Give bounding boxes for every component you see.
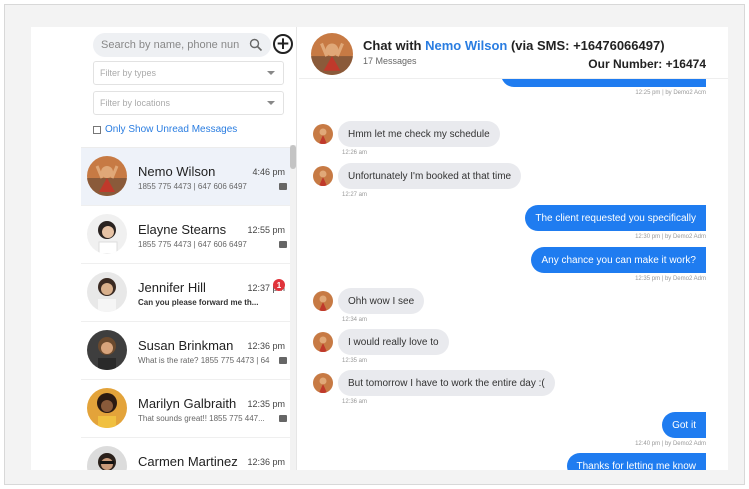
sms-icon (279, 183, 287, 190)
avatar (311, 33, 353, 75)
message-meta: 12:35 am (342, 358, 368, 364)
window-frame: + Filter by types Filter by locations On… (4, 4, 745, 485)
avatar (87, 272, 127, 312)
message-bubble (501, 79, 706, 87)
contact-time: 12:35 pm (247, 399, 285, 409)
message-bubble: Any chance you can make it work? (531, 247, 706, 273)
search-input[interactable] (101, 39, 251, 51)
message-thread-scrollbar[interactable] (706, 79, 728, 470)
contact-preview: Can you please forward me th... (138, 298, 259, 307)
chevron-down-icon (267, 101, 275, 105)
unread-badge: 1 (273, 279, 285, 291)
message-meta: 12:35 pm | by Demo2 Adm (635, 276, 706, 282)
message-count: 17 Messages (363, 56, 417, 66)
conversation-list-panel: + Filter by types Filter by locations On… (31, 27, 297, 470)
message-bubble: Got it (662, 412, 706, 438)
contact-item[interactable]: Jennifer Hill 12:37 pm 1 Can you please … (81, 264, 291, 322)
messaging-app: + Filter by types Filter by locations On… (31, 27, 728, 470)
chat-title-suffix: (via SMS: +16476066497) (507, 38, 665, 53)
contact-list: Nemo Wilson 4:46 pm 1855 775 4473 | 647 … (81, 147, 291, 470)
message-bubble: Unfortunately I'm booked at that time (338, 163, 522, 189)
message-bubble: I would really love to (338, 329, 449, 355)
contact-preview: That sounds great!! 1855 775 447... (138, 414, 265, 423)
contact-item[interactable]: Elayne Stearns 12:55 pm 1855 775 4473 | … (81, 206, 291, 264)
message-bubble: The client requested you specifically (525, 205, 706, 231)
message-meta: 12:26 am (342, 150, 368, 156)
message-meta: 12:34 am (342, 317, 368, 323)
avatar (87, 446, 127, 470)
sms-icon (279, 415, 287, 422)
chat-contact-name-link[interactable]: Nemo Wilson (425, 38, 507, 53)
avatar (313, 124, 333, 144)
contact-preview: 1855 775 4473 | 647 606 6497 (138, 240, 247, 249)
contact-list-scrollbar[interactable] (290, 145, 296, 470)
avatar (313, 291, 333, 311)
chat-header: Chat with Nemo Wilson (via SMS: +1647606… (299, 27, 728, 79)
message-meta: 12:25 pm | by Demo2 Acm (635, 90, 706, 96)
contact-name: Marilyn Galbraith (138, 396, 237, 411)
avatar (313, 373, 333, 393)
filter-types-placeholder: Filter by types (100, 68, 157, 78)
contact-name: Susan Brinkman (138, 338, 234, 353)
contact-time: 4:46 pm (252, 167, 285, 177)
our-number: Our Number: +16474 (588, 57, 706, 71)
unread-label: Only Show Unread Messages (105, 124, 238, 135)
message-bubble: Hmm let me check my schedule (338, 121, 500, 147)
message-meta: 12:27 am (342, 192, 368, 198)
avatar (313, 332, 333, 352)
contact-name: Jennifer Hill (138, 280, 206, 295)
message-bubble: Thanks for letting me know (566, 453, 706, 470)
message-bubble: Ohh wow I see (338, 288, 425, 314)
search-box[interactable] (93, 33, 271, 57)
chat-title: Chat with Nemo Wilson (via SMS: +1647606… (363, 38, 665, 53)
contact-preview: 1855 775 4473 | 647 606 6497 (138, 182, 247, 191)
avatar (313, 166, 333, 186)
contact-time: 12:36 pm (247, 457, 285, 467)
unread-only-toggle[interactable]: Only Show Unread Messages (93, 124, 237, 135)
scrollbar-thumb[interactable] (290, 145, 296, 169)
message-thread: 12:25 pm | by Demo2 Acm Hmm let me check… (299, 79, 706, 470)
filter-by-types-select[interactable]: Filter by types (93, 61, 284, 85)
search-icon[interactable] (249, 38, 263, 52)
contact-item[interactable]: Carmen Martinez 12:36 pm (81, 438, 291, 470)
message-meta: 12:36 am (342, 399, 368, 405)
avatar (87, 388, 127, 428)
message-meta: 12:40 pm | by Demo2 Adm (635, 441, 706, 447)
avatar (87, 156, 127, 196)
new-conversation-button[interactable]: + (273, 34, 293, 54)
contact-preview: What is the rate? 1855 775 4473 | 64 (138, 356, 270, 365)
plus-circle-icon: + (275, 34, 291, 54)
sms-icon (279, 357, 287, 364)
chat-panel: Chat with Nemo Wilson (via SMS: +1647606… (299, 27, 728, 470)
message-bubble: But tomorrow I have to work the entire d… (338, 370, 555, 396)
contact-name: Nemo Wilson (138, 164, 216, 179)
chat-title-prefix: Chat with (363, 38, 426, 53)
contact-time: 12:36 pm (247, 341, 285, 351)
contact-name: Carmen Martinez (138, 454, 238, 469)
contact-name: Elayne Stearns (138, 222, 227, 237)
chevron-down-icon (267, 71, 275, 75)
sms-icon (279, 241, 287, 248)
contact-item[interactable]: Nemo Wilson 4:46 pm 1855 775 4473 | 647 … (81, 148, 291, 206)
avatar (87, 330, 127, 370)
contact-time: 12:55 pm (247, 225, 285, 235)
contact-item[interactable]: Marilyn Galbraith 12:35 pm That sounds g… (81, 380, 291, 438)
message-meta: 12:30 pm | by Demo2 Adm (635, 234, 706, 240)
contact-item[interactable]: Susan Brinkman 12:36 pm What is the rate… (81, 322, 291, 380)
filter-locations-placeholder: Filter by locations (100, 98, 171, 108)
unread-checkbox[interactable] (93, 125, 101, 134)
avatar (87, 214, 127, 254)
filter-by-locations-select[interactable]: Filter by locations (93, 91, 284, 115)
